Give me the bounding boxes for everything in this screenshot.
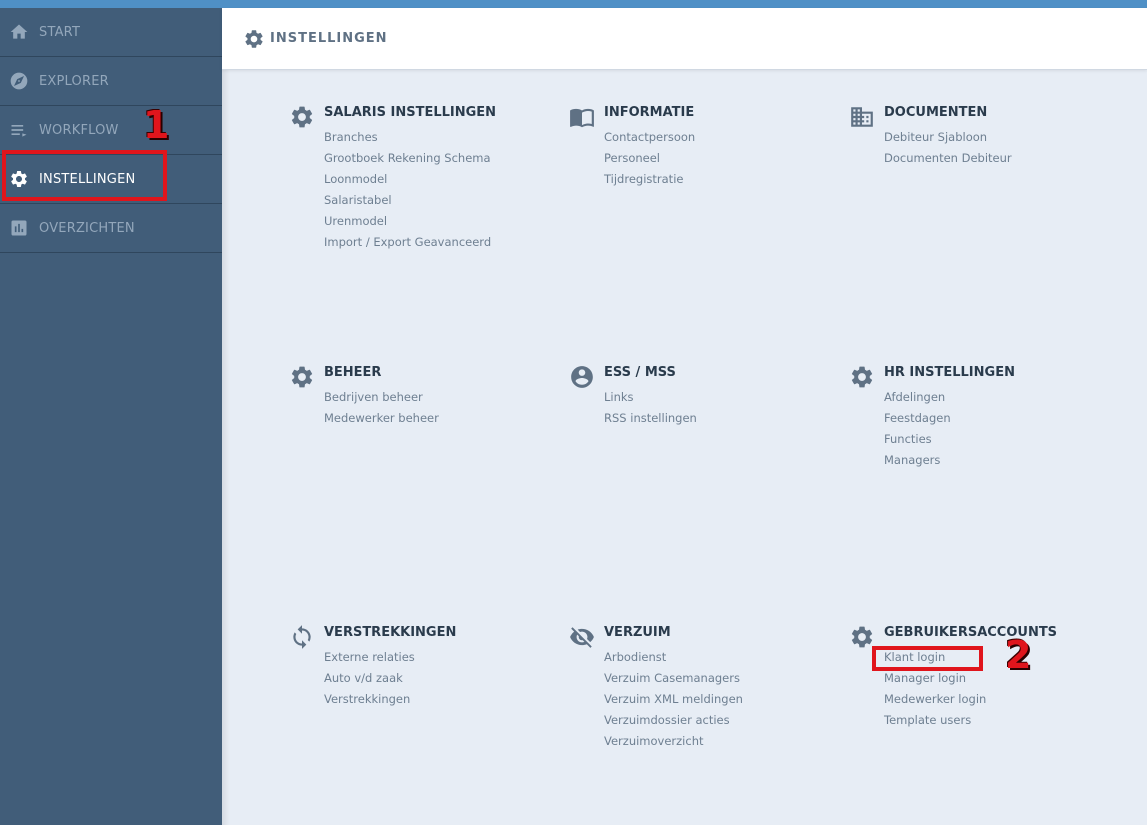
link-auto-vd-zaak[interactable]: Auto v/d zaak bbox=[324, 668, 415, 689]
step-marker-2: 2 bbox=[1005, 633, 1032, 677]
sidebar-item-explorer[interactable]: EXPLORER bbox=[0, 57, 222, 106]
link-verzuimoverzicht[interactable]: Verzuimoverzicht bbox=[604, 731, 743, 752]
sidebar-item-label: EXPLORER bbox=[39, 73, 109, 89]
sidebar-item-instellingen[interactable]: INSTELLINGEN bbox=[0, 155, 222, 204]
link-managers[interactable]: Managers bbox=[884, 450, 951, 471]
link-rss-instellingen[interactable]: RSS instellingen bbox=[604, 408, 697, 429]
link-feestdagen[interactable]: Feestdagen bbox=[884, 408, 951, 429]
link-klant-login[interactable]: Klant login bbox=[884, 647, 986, 668]
section-title: INFORMATIE bbox=[604, 105, 695, 120]
gear-icon bbox=[849, 624, 875, 650]
link-urenmodel[interactable]: Urenmodel bbox=[324, 211, 491, 232]
link-debiteur-sjabloon[interactable]: Debiteur Sjabloon bbox=[884, 127, 1012, 148]
link-functies[interactable]: Functies bbox=[884, 429, 951, 450]
link-grootboek-rekening-schema[interactable]: Grootboek Rekening Schema bbox=[324, 148, 491, 169]
link-loonmodel[interactable]: Loonmodel bbox=[324, 169, 491, 190]
home-icon bbox=[9, 22, 29, 42]
link-verzuim-casemanagers[interactable]: Verzuim Casemanagers bbox=[604, 668, 743, 689]
page-header: INSTELLINGEN bbox=[222, 8, 1147, 70]
refresh-icon bbox=[289, 624, 315, 650]
bar-chart-icon bbox=[9, 218, 29, 238]
book-icon bbox=[569, 104, 595, 130]
link-afdelingen[interactable]: Afdelingen bbox=[884, 387, 951, 408]
link-personeel[interactable]: Personeel bbox=[604, 148, 695, 169]
link-manager-login[interactable]: Manager login bbox=[884, 668, 986, 689]
link-bedrijven-beheer[interactable]: Bedrijven beheer bbox=[324, 387, 439, 408]
sidebar-item-overzichten[interactable]: OVERZICHTEN bbox=[0, 204, 222, 253]
sidebar-item-start[interactable]: START bbox=[0, 8, 222, 57]
section-title: BEHEER bbox=[324, 365, 382, 380]
workflow-icon bbox=[9, 120, 29, 140]
compass-icon bbox=[9, 71, 29, 91]
user-circle-icon bbox=[569, 364, 595, 390]
section-title: DOCUMENTEN bbox=[884, 105, 988, 120]
link-verzuimdossier-acties[interactable]: Verzuimdossier acties bbox=[604, 710, 743, 731]
gear-icon bbox=[289, 364, 315, 390]
eye-off-icon bbox=[569, 624, 595, 650]
section-title: VERZUIM bbox=[604, 625, 671, 640]
section-title: HR INSTELLINGEN bbox=[884, 365, 1015, 380]
gear-icon bbox=[289, 104, 315, 130]
link-contactpersoon[interactable]: Contactpersoon bbox=[604, 127, 695, 148]
gear-icon bbox=[849, 364, 875, 390]
sidebar-item-label: INSTELLINGEN bbox=[39, 171, 136, 187]
sidebar-item-workflow[interactable]: WORKFLOW bbox=[0, 106, 222, 155]
link-template-users[interactable]: Template users bbox=[884, 710, 986, 731]
sidebar-item-label: WORKFLOW bbox=[39, 122, 119, 138]
link-import-export-geavanceerd[interactable]: Import / Export Geavanceerd bbox=[324, 232, 491, 253]
top-accent-bar bbox=[0, 0, 1147, 8]
link-verstrekkingen[interactable]: Verstrekkingen bbox=[324, 689, 415, 710]
sidebar-item-label: START bbox=[39, 24, 81, 40]
page-title: INSTELLINGEN bbox=[270, 31, 388, 46]
gear-icon bbox=[243, 28, 265, 50]
step-marker-1: 1 bbox=[143, 103, 170, 147]
sidebar-item-label: OVERZICHTEN bbox=[39, 220, 135, 236]
link-branches[interactable]: Branches bbox=[324, 127, 491, 148]
link-verzuim-xml-meldingen[interactable]: Verzuim XML meldingen bbox=[604, 689, 743, 710]
link-externe-relaties[interactable]: Externe relaties bbox=[324, 647, 415, 668]
section-title: ESS / MSS bbox=[604, 365, 676, 380]
section-title: SALARIS INSTELLINGEN bbox=[324, 105, 497, 120]
link-salaristabel[interactable]: Salaristabel bbox=[324, 190, 491, 211]
link-documenten-debiteur[interactable]: Documenten Debiteur bbox=[884, 148, 1012, 169]
link-medewerker-login[interactable]: Medewerker login bbox=[884, 689, 986, 710]
content-edge-shadow bbox=[222, 70, 230, 825]
building-icon bbox=[849, 104, 875, 130]
section-title: VERSTREKKINGEN bbox=[324, 625, 457, 640]
link-medewerker-beheer[interactable]: Medewerker beheer bbox=[324, 408, 439, 429]
gear-icon bbox=[9, 169, 29, 189]
sidebar: START EXPLORER WORKFLOW INSTELLINGEN OVE… bbox=[0, 8, 222, 825]
link-arbodienst[interactable]: Arbodienst bbox=[604, 647, 743, 668]
link-links[interactable]: Links bbox=[604, 387, 697, 408]
link-tijdregistratie[interactable]: Tijdregistratie bbox=[604, 169, 695, 190]
